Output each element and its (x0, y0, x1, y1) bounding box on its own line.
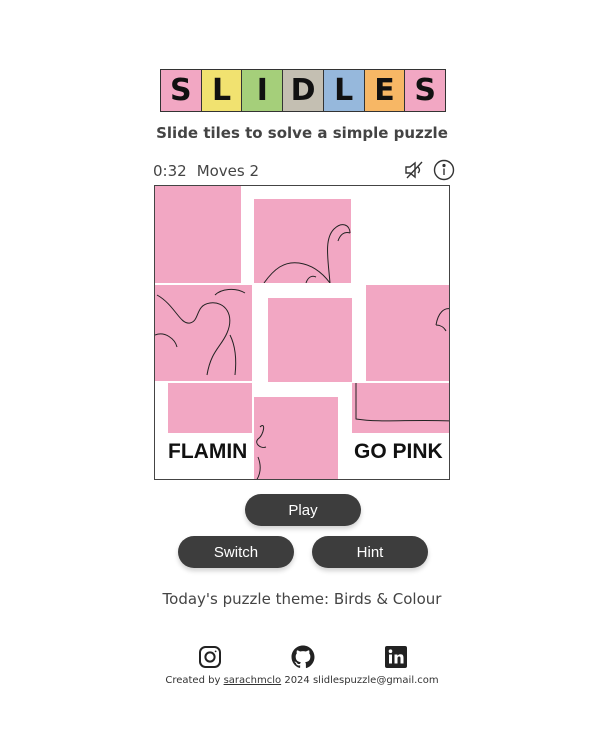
logo-letter: L (201, 70, 243, 111)
slidles-logo: S L I D L E S (160, 69, 446, 112)
puzzle-tile[interactable] (254, 397, 338, 479)
puzzle-tile[interactable] (268, 298, 352, 382)
tile-pink-area (168, 383, 252, 433)
switch-button[interactable]: Switch (178, 536, 294, 568)
moves-label: Moves (196, 162, 245, 180)
tagline: Slide tiles to solve a simple puzzle (156, 124, 448, 142)
info-icon[interactable] (432, 158, 456, 182)
timer: 0:32 (153, 162, 187, 180)
logo-letter: I (242, 70, 284, 111)
moves-counter: Moves 2 (197, 162, 259, 180)
muted-speaker-icon[interactable] (402, 158, 426, 182)
footer-rest: 2024 slidlespuzzle@gmail.com (284, 675, 439, 686)
empty-slot (352, 186, 449, 283)
tile-pink-area (352, 383, 449, 433)
play-button[interactable]: Play (245, 494, 361, 526)
puzzle-tile[interactable] (366, 285, 449, 381)
puzzle-tile[interactable]: FLAMIN (168, 383, 252, 479)
logo-letter: L (323, 70, 365, 111)
logo-letter: E (364, 70, 406, 111)
logo-letter: D (283, 70, 324, 111)
github-icon[interactable] (291, 645, 315, 669)
tile-text-right: GO PINK (354, 440, 443, 463)
linkedin-icon[interactable] (384, 645, 408, 669)
puzzle-tile[interactable] (254, 199, 351, 283)
moves-value: 2 (249, 162, 260, 180)
puzzle-board: FLAMIN GO PINK (154, 185, 450, 480)
puzzle-tile[interactable]: GO PINK (352, 383, 449, 479)
logo-letter: S (405, 70, 446, 111)
hint-button[interactable]: Hint (312, 536, 428, 568)
footer: Created by sarachmclo 2024 slidlespuzzle… (0, 675, 604, 686)
author-link[interactable]: sarachmclo (224, 675, 282, 686)
footer-created-by: Created by (165, 675, 221, 686)
puzzle-theme: Today's puzzle theme: Birds & Colour (162, 590, 442, 608)
puzzle-tile[interactable] (155, 285, 252, 381)
logo-letter: S (161, 70, 202, 111)
instagram-icon[interactable] (198, 645, 222, 669)
tile-text-left: FLAMIN (168, 440, 248, 463)
game-stats: 0:32 Moves 2 (153, 162, 259, 180)
puzzle-tile[interactable] (155, 186, 241, 283)
